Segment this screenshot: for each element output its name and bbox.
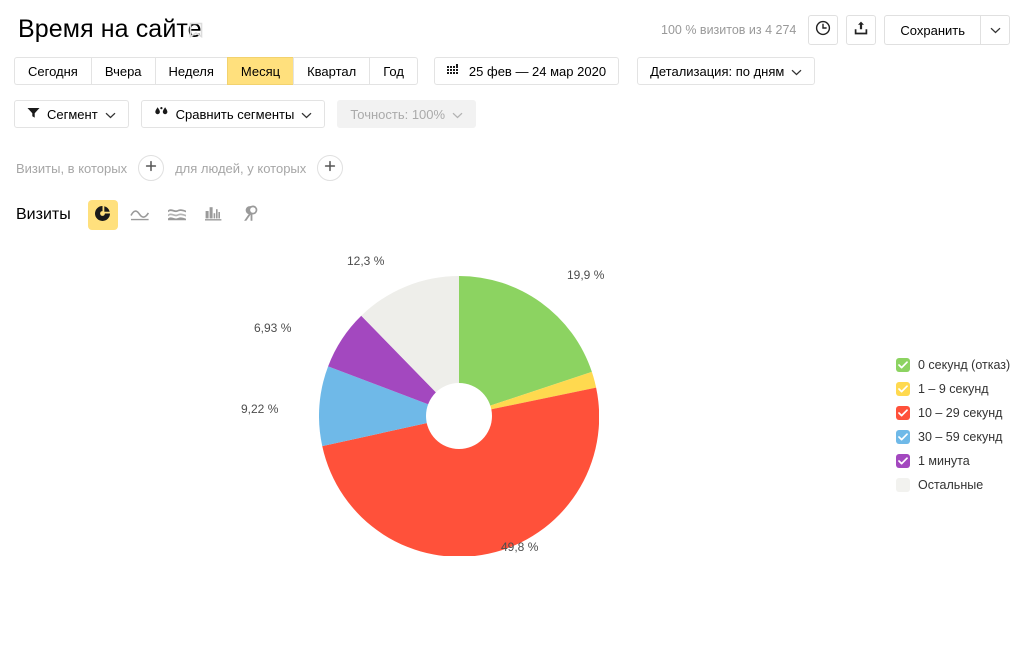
segment-toolbar: Сегмент Сравнить сегменты Точность: 100%	[14, 100, 477, 128]
bookmark-icon[interactable]	[189, 22, 203, 39]
period-tab-group: Сегодня Вчера Неделя Месяц Квартал Год	[14, 57, 418, 85]
chevron-down-icon	[791, 64, 802, 79]
legend-item-1-minute[interactable]: 1 минута	[896, 449, 1010, 473]
compare-segments-label: Сравнить сегменты	[175, 106, 295, 122]
detail-level-dropdown[interactable]: Детализация: по дням	[637, 57, 816, 85]
pie-chart: 19,9 % 49,8 % 9,22 % 6,93 % 12,3 %	[241, 254, 604, 556]
legend-checkbox-checked-icon[interactable]	[896, 406, 910, 420]
visits-summary: 100 % визитов из 4 274	[661, 23, 797, 37]
area-chart-icon	[167, 207, 187, 224]
chart-type-bar-button[interactable]	[199, 200, 229, 230]
legend-checkbox-checked-icon[interactable]	[896, 430, 910, 444]
legend-checkbox-unchecked-icon[interactable]	[896, 478, 910, 492]
pie-label-other: 12,3 %	[347, 254, 385, 268]
period-tab-month[interactable]: Месяц	[226, 57, 294, 85]
chart-type-pie-button[interactable]	[87, 200, 118, 230]
legend-label: Остальные	[918, 478, 984, 492]
visits-filter-label: Визиты, в которых	[16, 160, 128, 176]
funnel-icon	[27, 107, 40, 122]
period-tab-year[interactable]: Год	[369, 57, 418, 85]
legend-item-10-29-seconds[interactable]: 10 – 29 секунд	[896, 401, 1010, 425]
share-icon	[853, 20, 869, 41]
pie-label-0-seconds: 19,9 %	[567, 268, 605, 282]
save-button[interactable]: Сохранить	[884, 15, 980, 45]
history-button[interactable]	[808, 15, 839, 45]
save-button-group: Сохранить	[884, 15, 1010, 45]
donut-hole	[426, 383, 492, 449]
chart-type-area-button[interactable]	[162, 200, 192, 230]
filter-row: Визиты, в которых для людей, у которых	[16, 155, 344, 181]
accuracy-dropdown[interactable]: Точность: 100%	[337, 100, 477, 128]
metrica-report-page: Время на сайте 100 % визитов из 4 274 Со…	[0, 0, 1024, 649]
chart-legend: 0 секунд (отказ) 1 – 9 секунд 10 – 29 се…	[896, 353, 1010, 497]
line-chart-icon	[130, 207, 150, 224]
pie-label-1-minute: 6,93 %	[254, 321, 292, 335]
detail-level-label: Детализация: по дням	[650, 63, 785, 79]
add-visits-filter-button[interactable]	[138, 155, 165, 181]
date-range-label: 25 фев — 24 мар 2020	[468, 63, 607, 79]
clock-icon	[815, 20, 831, 41]
pie-label-30-59-seconds: 9,22 %	[241, 402, 279, 416]
legend-item-30-59-seconds[interactable]: 30 – 59 секунд	[896, 425, 1010, 449]
chevron-down-icon	[301, 107, 312, 122]
metric-row: Визиты	[16, 200, 273, 230]
chevron-down-icon	[105, 107, 116, 122]
header-actions: 100 % визитов из 4 274 Сохранить	[661, 15, 1010, 45]
period-tab-yesterday[interactable]: Вчера	[90, 57, 155, 85]
legend-label: 1 минута	[918, 454, 970, 468]
chart-area: 19,9 % 49,8 % 9,22 % 6,93 % 12,3 % 0 сек…	[0, 240, 1024, 640]
bar-chart-icon	[205, 206, 222, 224]
save-dropdown-button[interactable]	[980, 15, 1010, 45]
pie-label-10-29-seconds: 49,8 %	[501, 540, 539, 554]
date-range-picker[interactable]: 25 фев — 24 мар 2020	[433, 57, 620, 85]
legend-label: 30 – 59 секунд	[918, 430, 1003, 444]
legend-item-0-seconds[interactable]: 0 секунд (отказ)	[896, 353, 1010, 377]
legend-checkbox-checked-icon[interactable]	[896, 454, 910, 468]
compare-segments-dropdown[interactable]: Сравнить сегменты	[140, 100, 326, 128]
chevron-down-icon	[452, 107, 463, 122]
droplets-icon	[154, 106, 169, 122]
add-people-filter-button[interactable]	[317, 155, 344, 181]
legend-item-1-9-seconds[interactable]: 1 – 9 секунд	[896, 377, 1010, 401]
period-tab-quarter[interactable]: Квартал	[293, 57, 370, 85]
accuracy-label: Точность: 100%	[350, 106, 446, 122]
chart-type-line-button[interactable]	[125, 200, 155, 230]
pie-chart-slices	[319, 276, 599, 556]
export-button[interactable]	[846, 15, 877, 45]
calendar-icon	[446, 63, 460, 79]
legend-checkbox-checked-icon[interactable]	[896, 382, 910, 396]
legend-label: 10 – 29 секунд	[918, 406, 1003, 420]
legend-label: 1 – 9 секунд	[918, 382, 989, 396]
legend-item-other[interactable]: Остальные	[896, 473, 1010, 497]
period-toolbar: Сегодня Вчера Неделя Месяц Квартал Год 2…	[14, 57, 816, 85]
page-title: Время на сайте	[18, 15, 202, 43]
period-tab-week[interactable]: Неделя	[154, 57, 227, 85]
plus-icon	[145, 160, 157, 176]
chevron-down-icon	[990, 21, 1001, 39]
page-header: Время на сайте 100 % визитов из 4 274 Со…	[0, 0, 1024, 52]
period-tab-today[interactable]: Сегодня	[14, 57, 91, 85]
segment-dropdown[interactable]: Сегмент	[14, 100, 129, 128]
plus-icon	[324, 160, 336, 176]
pie-chart-icon	[94, 205, 111, 225]
people-filter-label: для людей, у которых	[175, 160, 307, 176]
legend-checkbox-checked-icon[interactable]	[896, 358, 910, 372]
legend-label: 0 секунд (отказ)	[918, 358, 1011, 372]
segment-label: Сегмент	[47, 106, 98, 122]
chart-type-map-button[interactable]	[236, 200, 266, 230]
map-pin-icon	[243, 205, 259, 225]
metric-label: Визиты	[16, 206, 71, 223]
